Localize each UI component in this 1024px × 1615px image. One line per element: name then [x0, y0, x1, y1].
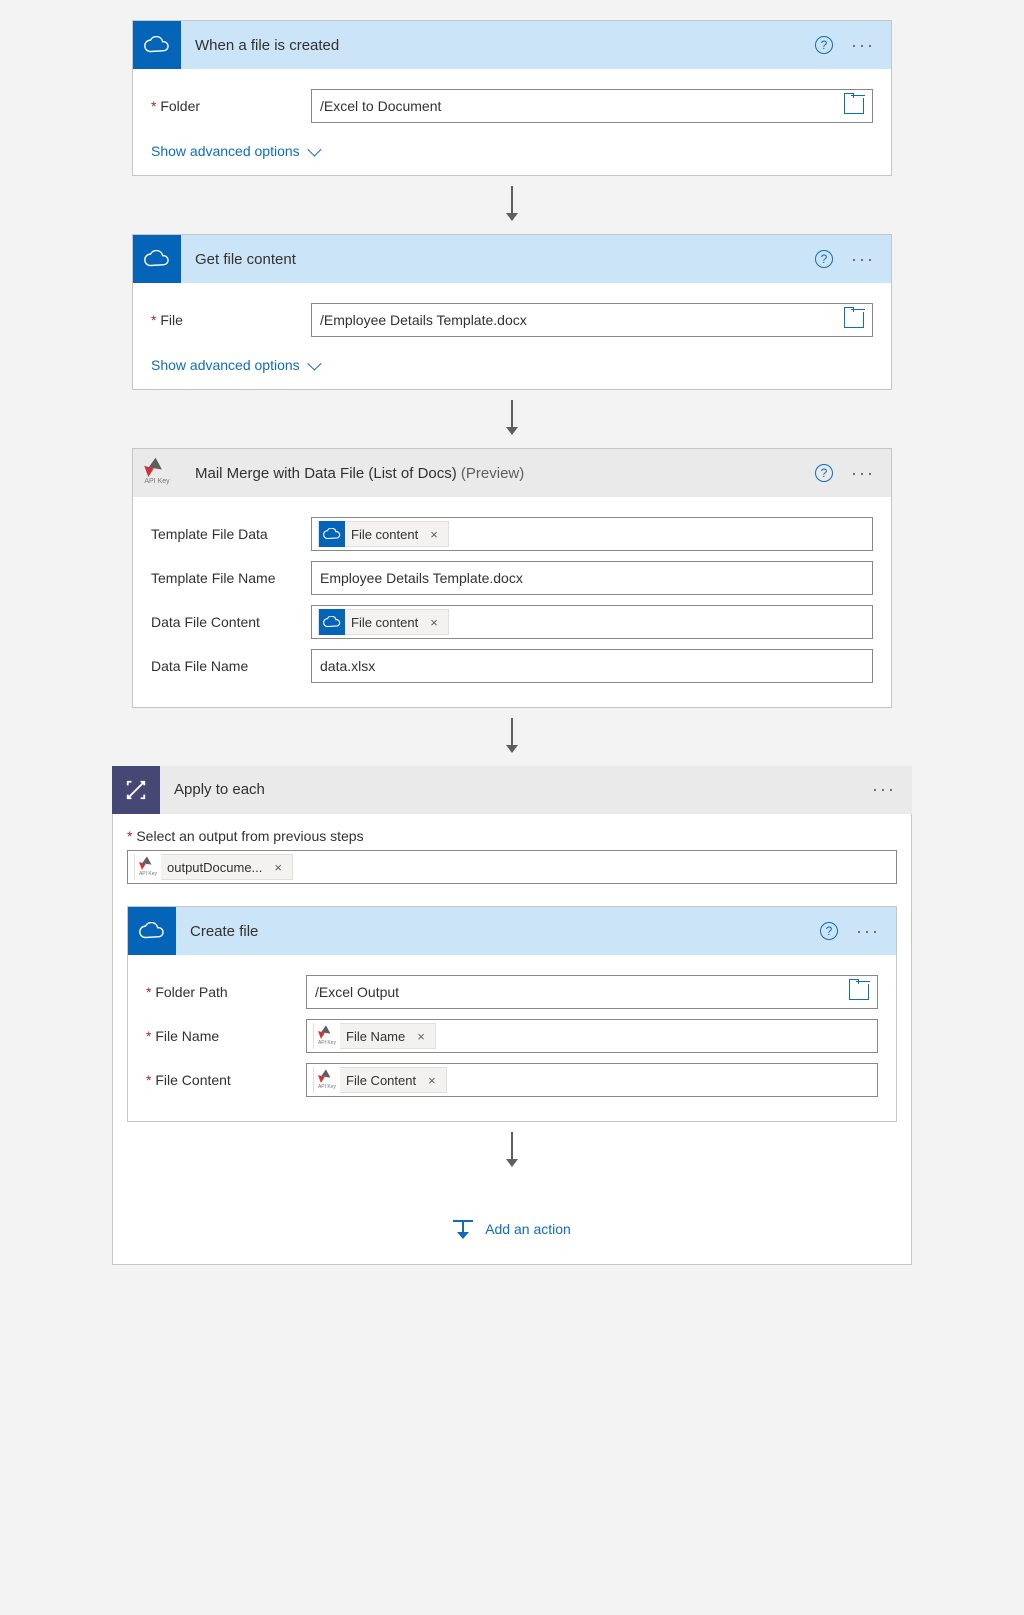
- remove-token-icon[interactable]: ×: [426, 615, 442, 630]
- apikey-icon: API Key: [314, 1067, 340, 1093]
- template-file-data-input[interactable]: File content ×: [311, 517, 873, 551]
- help-icon[interactable]: ?: [820, 922, 838, 940]
- onedrive-icon: [319, 521, 345, 547]
- help-icon[interactable]: ?: [815, 36, 833, 54]
- remove-token-icon[interactable]: ×: [424, 1073, 440, 1088]
- data-file-name-input[interactable]: data.xlsx: [311, 649, 873, 683]
- file-value: /Employee Details Template.docx: [320, 312, 838, 328]
- show-advanced-options[interactable]: Show advanced options: [151, 143, 318, 159]
- step-title: Apply to each: [160, 781, 868, 798]
- step-header[interactable]: When a file is created ? ···: [133, 21, 891, 69]
- onedrive-icon: [133, 21, 181, 69]
- step-title: When a file is created: [181, 37, 815, 54]
- remove-token-icon[interactable]: ×: [270, 860, 286, 875]
- chevron-down-icon: [307, 143, 321, 157]
- step-mail-merge: API Key Mail Merge with Data File (List …: [132, 448, 892, 708]
- flow-arrow: [127, 1122, 897, 1180]
- apikey-icon: API Key: [135, 854, 161, 880]
- onedrive-icon: [319, 609, 345, 635]
- more-menu-icon[interactable]: ···: [868, 779, 900, 800]
- step-header[interactable]: Create file ? ···: [128, 907, 896, 955]
- loop-icon: [112, 766, 160, 814]
- file-name-input[interactable]: API Key File Name ×: [306, 1019, 878, 1053]
- step-title: Get file content: [181, 251, 815, 268]
- template-file-data-label: Template File Data: [151, 526, 301, 542]
- step-create-file: Create file ? ··· Folder Path /Excel Out…: [127, 906, 897, 1122]
- template-file-name-label: Template File Name: [151, 570, 301, 586]
- more-menu-icon[interactable]: ···: [847, 35, 879, 56]
- folder-path-input[interactable]: /Excel Output: [306, 975, 878, 1009]
- file-content-token[interactable]: API Key File Content ×: [313, 1067, 447, 1093]
- add-action-icon: [453, 1220, 473, 1238]
- file-label: File: [151, 312, 301, 328]
- step-header[interactable]: Get file content ? ···: [133, 235, 891, 283]
- file-input[interactable]: /Employee Details Template.docx: [311, 303, 873, 337]
- more-menu-icon[interactable]: ···: [852, 921, 884, 942]
- help-icon[interactable]: ?: [815, 464, 833, 482]
- folder-picker-icon[interactable]: [844, 98, 864, 114]
- more-menu-icon[interactable]: ···: [847, 463, 879, 484]
- file-content-token[interactable]: File content ×: [318, 521, 449, 547]
- folder-path-label: Folder Path: [146, 984, 296, 1000]
- flow-arrow: [132, 176, 892, 234]
- data-file-name-label: Data File Name: [151, 658, 301, 674]
- help-icon[interactable]: ?: [815, 250, 833, 268]
- folder-input[interactable]: /Excel to Document: [311, 89, 873, 123]
- folder-picker-icon[interactable]: [844, 312, 864, 328]
- file-name-label: File Name: [146, 1028, 296, 1044]
- add-action-label: Add an action: [485, 1221, 571, 1237]
- remove-token-icon[interactable]: ×: [426, 527, 442, 542]
- data-file-content-input[interactable]: File content ×: [311, 605, 873, 639]
- flow-arrow: [132, 390, 892, 448]
- folder-value: /Excel to Document: [320, 98, 838, 114]
- step-title: Mail Merge with Data File (List of Docs)…: [181, 465, 815, 482]
- apikey-icon: API Key: [133, 449, 181, 497]
- file-name-token[interactable]: API Key File Name ×: [313, 1023, 436, 1049]
- step-get-file-content: Get file content ? ··· File /Employee De…: [132, 234, 892, 390]
- apikey-icon: API Key: [314, 1023, 340, 1049]
- remove-token-icon[interactable]: ×: [413, 1029, 429, 1044]
- file-content-label: File Content: [146, 1072, 296, 1088]
- step-when-file-created: When a file is created ? ··· Folder /Exc…: [132, 20, 892, 176]
- show-advanced-label: Show advanced options: [151, 357, 300, 373]
- chevron-down-icon: [307, 357, 321, 371]
- output-documents-token[interactable]: API Key outputDocume... ×: [134, 854, 293, 880]
- file-content-input[interactable]: API Key File Content ×: [306, 1063, 878, 1097]
- data-file-content-label: Data File Content: [151, 614, 301, 630]
- add-action-button[interactable]: Add an action: [127, 1220, 897, 1238]
- template-file-name-input[interactable]: Employee Details Template.docx: [311, 561, 873, 595]
- show-advanced-label: Show advanced options: [151, 143, 300, 159]
- file-content-token[interactable]: File content ×: [318, 609, 449, 635]
- step-apply-to-each: Apply to each ··· Select an output from …: [112, 766, 912, 1265]
- show-advanced-options[interactable]: Show advanced options: [151, 357, 318, 373]
- select-output-label: Select an output from previous steps: [127, 828, 897, 844]
- onedrive-icon: [128, 907, 176, 955]
- more-menu-icon[interactable]: ···: [847, 249, 879, 270]
- folder-picker-icon[interactable]: [849, 984, 869, 1000]
- step-title: Create file: [176, 923, 820, 940]
- step-header[interactable]: API Key Mail Merge with Data File (List …: [133, 449, 891, 497]
- folder-label: Folder: [151, 98, 301, 114]
- onedrive-icon: [133, 235, 181, 283]
- select-output-input[interactable]: API Key outputDocume... ×: [127, 850, 897, 884]
- flow-arrow: [132, 708, 892, 766]
- step-header[interactable]: Apply to each ···: [112, 766, 912, 814]
